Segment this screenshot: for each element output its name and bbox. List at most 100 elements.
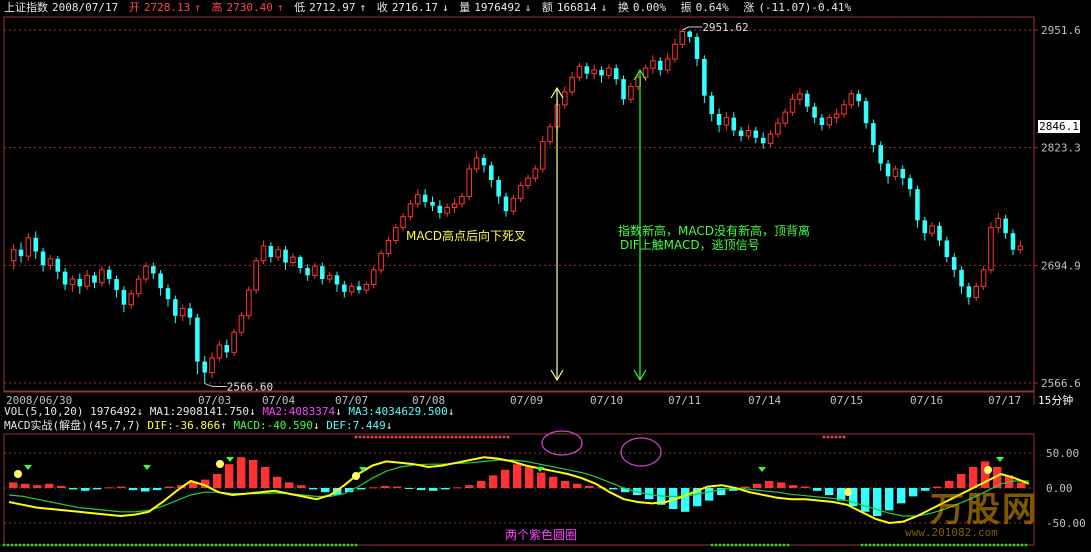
signal-dot <box>1012 543 1016 547</box>
candle-down <box>753 130 759 138</box>
signal-dot <box>458 435 462 439</box>
period-label: 15分钟 <box>1038 393 1073 405</box>
signal-dot <box>118 543 122 547</box>
signal-dot <box>830 435 834 439</box>
macd-histogram-bar <box>441 488 450 490</box>
buy-signal-arrow <box>226 457 234 462</box>
signal-dot <box>892 543 896 547</box>
macd-histogram-bar <box>33 485 42 488</box>
candle-up <box>532 168 539 179</box>
candle-down <box>702 58 707 96</box>
macd-histogram-bar <box>129 488 138 491</box>
candle-down <box>694 36 700 59</box>
signal-dot <box>122 543 126 547</box>
signal-dot <box>70 543 74 547</box>
macd-histogram-bar <box>717 488 726 495</box>
signal-dot <box>350 543 354 547</box>
signal-dot <box>422 435 426 439</box>
signal-dot <box>6 543 10 547</box>
candle-down <box>819 117 825 125</box>
signal-dot-yellow <box>14 470 22 478</box>
candle-up <box>363 284 370 291</box>
macd-histogram-bar <box>837 488 846 501</box>
signal-dot <box>486 435 490 439</box>
candle-up <box>378 252 384 271</box>
candle-up <box>767 133 774 144</box>
candle-up <box>973 285 980 298</box>
signal-dot <box>170 543 174 547</box>
buy-signal-arrow <box>758 467 766 472</box>
signal-dot <box>282 543 286 547</box>
signal-dot <box>262 543 266 547</box>
signal-dot <box>928 543 932 547</box>
candle-down <box>62 271 68 285</box>
candle-down <box>158 273 163 289</box>
signal-dot <box>838 435 842 439</box>
signal-dot <box>1016 543 1020 547</box>
signal-dot-yellow <box>216 460 224 468</box>
peak-marker-label: 2951.62 <box>702 21 748 34</box>
candle-down <box>856 93 861 102</box>
trough-marker-line <box>204 383 227 388</box>
signal-dot <box>904 543 908 547</box>
signal-dot <box>996 543 1000 547</box>
candle-down <box>320 266 325 280</box>
signal-dot <box>880 543 884 547</box>
candle-up <box>459 196 465 205</box>
signal-dot <box>362 435 366 439</box>
candle-down <box>77 279 83 287</box>
signal-dot <box>490 435 494 439</box>
price-chart[interactable]: 2951.62823.32694.92566.62951.622566.6020… <box>0 0 1091 405</box>
signal-dot <box>746 543 750 547</box>
signal-dot <box>766 543 770 547</box>
signal-dot <box>908 543 912 547</box>
signal-dot <box>218 543 222 547</box>
macd-histogram-bar <box>393 486 402 488</box>
signal-dot <box>354 435 358 439</box>
macd-tick-label-1: 0.00 <box>1046 482 1073 495</box>
vol-value: 1976492 <box>90 405 137 418</box>
macd-histogram-bar <box>873 488 882 516</box>
signal-dot <box>474 435 478 439</box>
signal-dot <box>298 543 302 547</box>
signal-dot <box>398 435 402 439</box>
signal-dot <box>290 543 294 547</box>
signal-dot <box>46 543 50 547</box>
macd-histogram-bar <box>189 482 198 488</box>
candle-up <box>231 331 237 353</box>
date-label-11: 07/17 <box>988 394 1021 405</box>
candle-down <box>738 130 744 136</box>
candle-up <box>797 93 803 100</box>
candle-down <box>760 137 766 144</box>
candle-up <box>143 265 149 280</box>
signal-dot <box>506 435 510 439</box>
signal-dot <box>106 543 110 547</box>
signal-dot <box>114 543 118 547</box>
signal-dot <box>478 435 482 439</box>
date-label-9: 07/15 <box>830 394 863 405</box>
macd-histogram-bar <box>57 485 66 488</box>
candle-down <box>907 178 913 190</box>
signal-dot <box>826 435 830 439</box>
annotation-death-cross: MACD高点后向下死叉 <box>406 229 526 243</box>
date-label-6: 07/10 <box>590 394 623 405</box>
candle-down <box>268 246 274 258</box>
signal-dot <box>750 543 754 547</box>
signal-dot <box>266 543 270 547</box>
signal-dot <box>38 543 42 547</box>
signal-dot <box>82 543 86 547</box>
candle-up <box>833 113 840 119</box>
signal-dot <box>318 543 322 547</box>
candle-down <box>937 225 942 241</box>
date-label-8: 07/14 <box>748 394 781 405</box>
candle-up <box>326 274 333 280</box>
signal-dot <box>860 543 864 547</box>
signal-dot <box>402 435 406 439</box>
signal-dot <box>34 543 38 547</box>
signal-dot <box>1024 543 1028 547</box>
candle-down <box>871 123 876 146</box>
signal-dot <box>194 543 198 547</box>
date-label-10: 07/16 <box>910 394 943 405</box>
signal-dot <box>414 435 418 439</box>
signal-dot <box>738 543 742 547</box>
